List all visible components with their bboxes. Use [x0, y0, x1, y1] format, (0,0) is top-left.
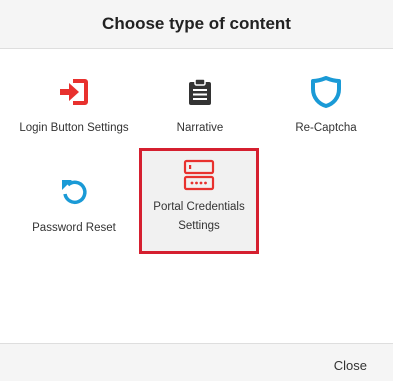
content-type-label: Login Button Settings	[19, 122, 129, 134]
dialog-title: Choose type of content	[102, 14, 291, 33]
content-type-label: Password Reset	[32, 222, 116, 234]
content-type-re-captcha[interactable]: Re-Captcha	[268, 49, 384, 157]
server-icon	[182, 158, 216, 192]
dialog-header: Choose type of content	[0, 0, 393, 49]
login-icon	[57, 75, 91, 109]
clipboard-icon	[183, 75, 217, 109]
reset-icon	[57, 175, 91, 209]
content-type-label: Narrative	[176, 122, 224, 134]
dialog-footer: Close	[0, 343, 393, 381]
content-type-password-reset[interactable]: Password Reset	[15, 149, 133, 257]
shield-icon	[309, 75, 343, 109]
close-button[interactable]: Close	[334, 358, 367, 373]
content-type-portal-credentials-settings[interactable]: Portal Credentials Settings	[139, 148, 259, 254]
content-type-login-button-settings[interactable]: Login Button Settings	[15, 49, 133, 157]
content-type-label: Portal Credentials Settings	[153, 201, 245, 232]
content-type-dialog: Choose type of content Login Button Sett…	[0, 0, 393, 381]
content-type-label: Re-Captcha	[295, 122, 357, 134]
content-type-narrative[interactable]: Narrative	[142, 49, 258, 157]
content-type-grid: Login Button Settings Narrative Re-Captc…	[0, 49, 393, 343]
